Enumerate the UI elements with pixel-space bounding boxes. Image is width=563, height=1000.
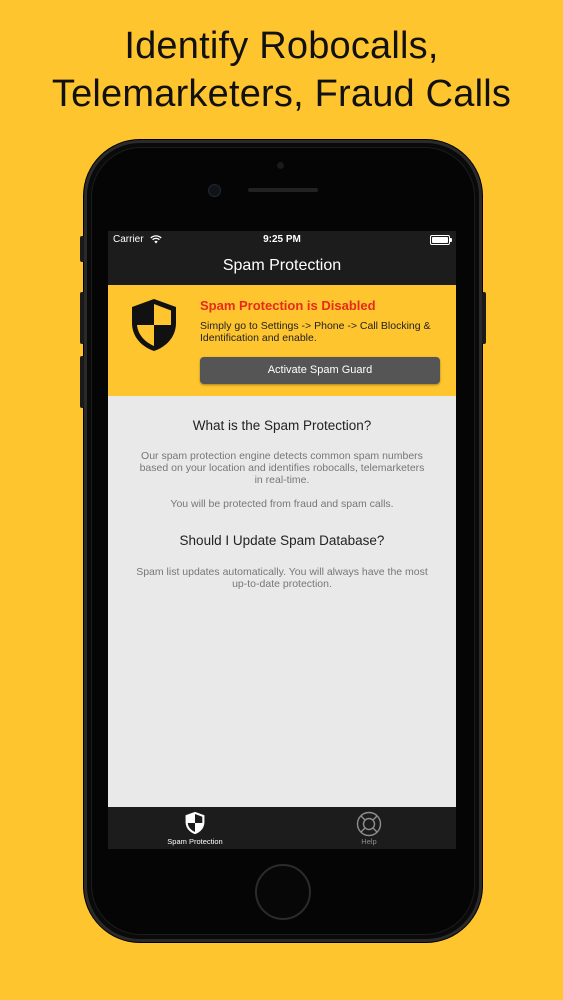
- headline-line-1: Identify Robocalls,: [124, 25, 439, 67]
- info-content: What is the Spam Protection? Our spam pr…: [108, 396, 456, 807]
- home-button[interactable]: [255, 864, 311, 920]
- tab-bar: Spam Protection Help: [108, 807, 456, 849]
- headline-line-2: Telemarketers, Fraud Calls: [51, 73, 512, 115]
- activate-spam-guard-button[interactable]: Activate Spam Guard: [200, 357, 440, 384]
- front-camera: [208, 184, 221, 197]
- question-update-database: Should I Update Spam Database?: [179, 533, 385, 548]
- status-bar: Carrier 9:25 PM: [108, 231, 456, 249]
- mute-switch: [80, 236, 84, 262]
- phone-frame: Carrier 9:25 PM Spam Protection Spam Pro…: [80, 140, 486, 942]
- paragraph-protection-note: You will be protected from fraud and spa…: [170, 498, 394, 510]
- paragraph-auto-update: Spam list updates automatically. You wil…: [136, 566, 428, 590]
- tab-spam-protection[interactable]: Spam Protection: [108, 807, 282, 849]
- power-button: [482, 292, 486, 344]
- phone-screen: Carrier 9:25 PM Spam Protection Spam Pro…: [108, 231, 456, 849]
- shield-icon: [108, 811, 282, 840]
- tab-label-spam-protection: Spam Protection: [167, 837, 223, 846]
- tab-label-help: Help: [361, 837, 377, 846]
- volume-up-button: [80, 292, 84, 344]
- headline: Identify Robocalls, Telemarketers, Fraud…: [0, 22, 563, 118]
- question-what-is-spam-protection: What is the Spam Protection?: [192, 418, 372, 433]
- battery-icon: [430, 235, 452, 245]
- proximity-sensor: [277, 162, 284, 169]
- nav-title: Spam Protection: [222, 257, 342, 274]
- shield-icon: [129, 297, 179, 358]
- paragraph-engine-description: Our spam protection engine detects commo…: [139, 450, 425, 486]
- disabled-banner: Spam Protection is Disabled Simply go to…: [108, 285, 456, 396]
- status-time: 9:25 PM: [263, 234, 301, 245]
- banner-text: Simply go to Settings -> Phone -> Call B…: [200, 320, 431, 344]
- banner-title: Spam Protection is Disabled: [200, 298, 376, 313]
- volume-down-button: [80, 356, 84, 408]
- nav-bar: Spam Protection: [108, 249, 456, 285]
- earpiece-speaker: [248, 188, 318, 192]
- tab-help[interactable]: Help: [282, 807, 456, 849]
